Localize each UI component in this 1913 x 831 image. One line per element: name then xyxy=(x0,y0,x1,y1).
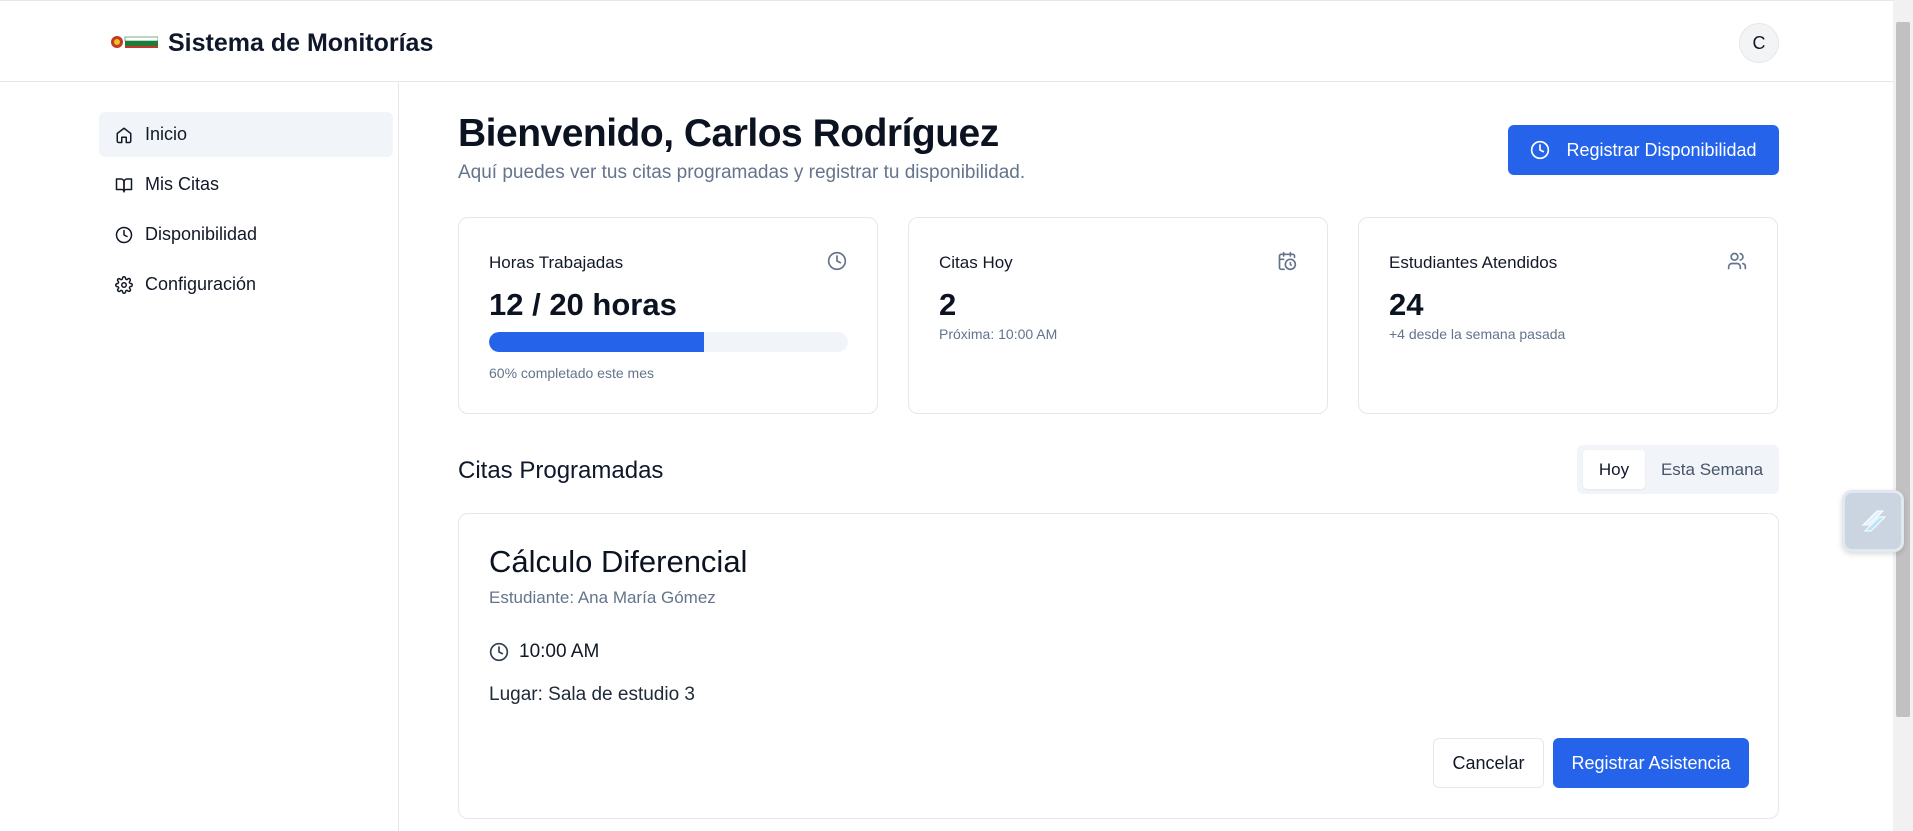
tab-hoy[interactable]: Hoy xyxy=(1583,450,1645,489)
card-title: Citas Hoy xyxy=(939,253,1013,272)
sidebar-item-mis-citas[interactable]: Mis Citas xyxy=(99,162,393,207)
page-subtitle: Aquí puedes ver tus citas programadas y … xyxy=(458,162,1026,183)
register-attendance-button[interactable]: Registrar Asistencia xyxy=(1553,738,1749,788)
card-title: Estudiantes Atendidos xyxy=(1389,253,1558,272)
appointment-subject: Cálculo Diferencial xyxy=(489,544,748,579)
progress-fill xyxy=(489,332,705,352)
appointment-card: Cálculo Diferencial Estudiante: Ana Marí… xyxy=(458,513,1779,819)
home-icon xyxy=(116,127,132,143)
card-note: Próxima: 10:00 AM xyxy=(939,326,1058,342)
sidebar-item-configuracion[interactable]: Configuración xyxy=(99,262,393,307)
page-title: Bienvenido, Carlos Rodríguez xyxy=(458,112,999,155)
clock-icon xyxy=(489,642,509,662)
register-availability-button[interactable]: Registrar Disponibilidad xyxy=(1508,125,1779,175)
appointment-time: 10:00 AM xyxy=(519,641,600,662)
extension-icon xyxy=(1861,510,1887,532)
card-note: 60% completado este mes xyxy=(489,365,654,381)
sidebar: Inicio Mis Citas Disponibilidad Configur… xyxy=(0,82,399,831)
top-header: Sistema de Monitorías C xyxy=(0,0,1893,82)
sidebar-item-label: Inicio xyxy=(145,124,188,144)
appointment-student: Estudiante: Ana María Gómez xyxy=(489,588,716,607)
sidebar-item-label: Mis Citas xyxy=(145,174,220,194)
calendar-clock-icon xyxy=(1278,251,1297,271)
gear-icon xyxy=(115,275,133,294)
university-logo xyxy=(111,36,158,48)
sidebar-item-label: Disponibilidad xyxy=(145,224,258,244)
stat-card-appointments-today: Citas Hoy 2 Próxima: 10:00 AM xyxy=(908,217,1328,414)
users-icon xyxy=(1727,252,1747,270)
clock-icon xyxy=(115,226,133,243)
stat-card-hours: Horas Trabajadas 12 / 20 horas 60% compl… xyxy=(458,217,878,414)
clock-icon xyxy=(827,251,847,271)
sidebar-item-disponibilidad[interactable]: Disponibilidad xyxy=(99,212,393,257)
floating-extension-button[interactable] xyxy=(1842,490,1904,552)
scrollbar-thumb[interactable] xyxy=(1896,22,1910,717)
appointments-tabs: Hoy Esta Semana xyxy=(1577,445,1779,494)
card-value: 12 / 20 horas xyxy=(489,287,677,322)
app-title: Sistema de Monitorías xyxy=(168,29,434,57)
stat-card-students: Estudiantes Atendidos 24 +4 desde la sem… xyxy=(1358,217,1778,414)
tab-esta-semana[interactable]: Esta Semana xyxy=(1649,450,1775,489)
card-note: +4 desde la semana pasada xyxy=(1389,326,1566,342)
appointment-place: Lugar: Sala de estudio 3 xyxy=(489,684,695,705)
card-value: 24 xyxy=(1389,287,1424,322)
appointment-time-row: 10:00 AM xyxy=(489,641,599,663)
sidebar-item-inicio[interactable]: Inicio xyxy=(99,112,393,157)
card-title: Horas Trabajadas xyxy=(489,253,624,272)
hours-progress-bar xyxy=(489,332,848,352)
user-avatar[interactable]: C xyxy=(1739,23,1779,63)
card-value: 2 xyxy=(939,287,957,322)
sidebar-item-label: Configuración xyxy=(145,274,257,294)
register-availability-label: Registrar Disponibilidad xyxy=(1566,139,1757,160)
cancel-button[interactable]: Cancelar xyxy=(1433,738,1544,788)
book-open-icon xyxy=(115,177,133,192)
section-title: Citas Programadas xyxy=(458,457,664,484)
page-scrollbar[interactable] xyxy=(1893,0,1913,831)
clock-icon xyxy=(1531,140,1550,160)
